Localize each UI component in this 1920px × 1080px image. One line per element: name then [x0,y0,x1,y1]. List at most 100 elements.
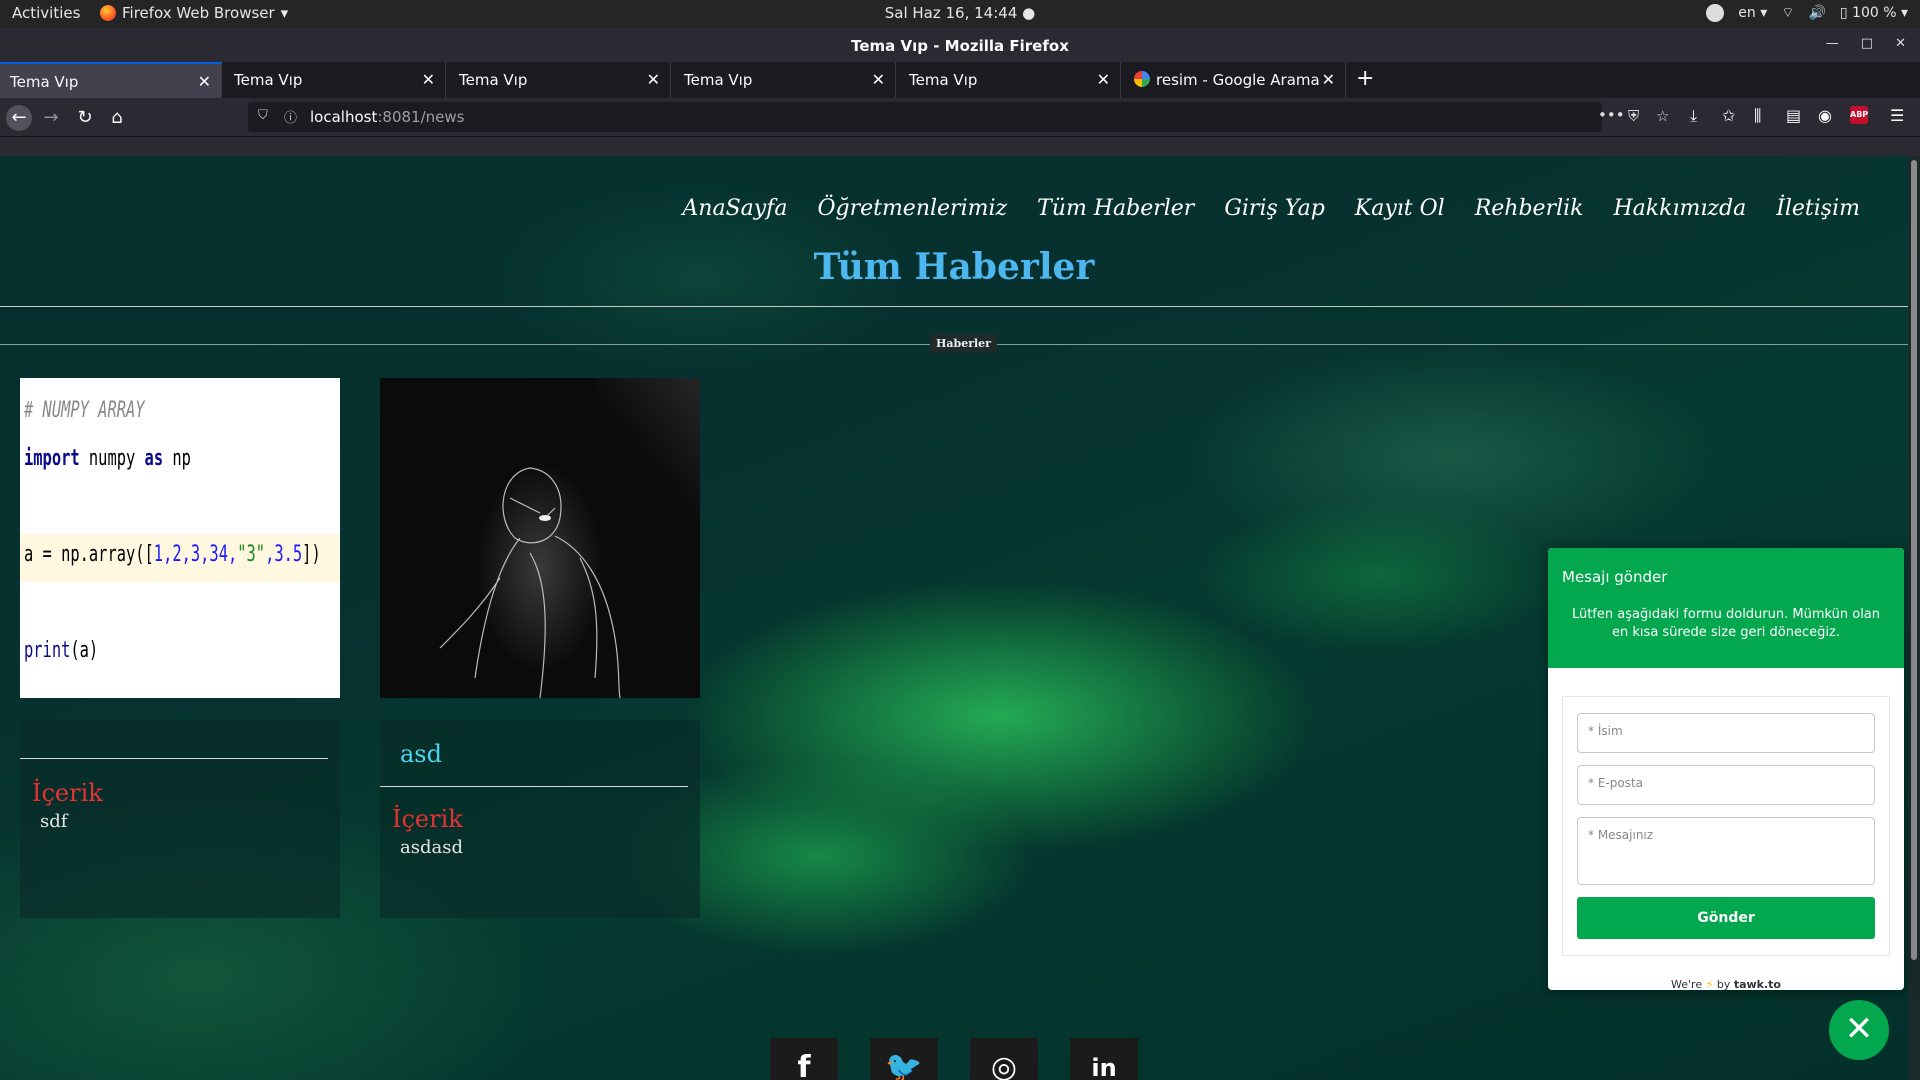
tab-tema-vip-2[interactable]: Tema Vıp ✕ [224,62,446,98]
notification-dot-icon: ● [1022,4,1036,22]
close-tab-icon[interactable]: ✕ [872,70,885,89]
nav-link-home[interactable]: AnaSayfa [682,196,787,221]
instagram-icon[interactable]: ◎ [970,1038,1038,1080]
news-card-content-label: İçerik [32,779,103,807]
chat-widget-title: Mesajı gönder [1562,568,1668,586]
downloads-icon[interactable]: ⤓ [1690,106,1697,126]
page-title: Tüm Haberler [813,246,1095,288]
navigation-toolbar: ← → ↻ ⌂ ⛉ ⓘ localhost:8081/news ••• ⛨ ☆ … [0,98,1920,136]
url-bar[interactable]: ⛉ ⓘ localhost:8081/news ••• ⛨ ☆ [248,102,1669,132]
volume-icon[interactable]: 🔊 [1808,5,1825,21]
news-card-image[interactable] [380,378,700,698]
section-badge: Haberler [930,334,997,353]
toolbar-separator [0,136,1920,156]
facebook-icon[interactable]: f [770,1038,838,1080]
tab-strip: Tema Vıp ✕ Tema Vıp ✕ Tema Vıp ✕ Tema Vıp ✕ … [0,62,1920,98]
adblock-plus-icon[interactable]: ABP [1850,106,1868,124]
code-line-print: print(a) [24,638,99,663]
name-field[interactable]: * İsim [1577,713,1875,753]
tracking-shield-icon[interactable]: ⛉ [258,108,268,123]
close-tab-icon[interactable]: ✕ [422,70,435,89]
tab-tema-vip-1[interactable]: Tema Vıp ✕ [0,62,222,98]
activities-button[interactable]: Activities [12,4,80,22]
page-scrollbar[interactable] [1908,156,1920,1080]
nav-link-contact[interactable]: İletişim [1776,196,1860,221]
site-info-icon[interactable]: ⓘ [284,107,297,126]
news-card-text: sdf [40,811,68,832]
nav-link-about[interactable]: Hakkımızda [1614,196,1747,221]
minimize-icon[interactable]: — [1826,36,1839,51]
user-status-icon[interactable] [1706,4,1725,22]
chat-widget-subtitle: Lütfen aşağıdaki formu doldurun. Mümkün … [1571,607,1881,640]
nav-link-guidance[interactable]: Rehberlik [1475,196,1584,221]
news-card-content-label: İçerik [392,805,463,833]
close-tab-icon[interactable]: ✕ [647,70,660,89]
account-icon[interactable]: ◉ [1818,106,1832,125]
tab-tema-vip-3[interactable]: Tema Vıp ✕ [449,62,671,98]
social-links: f 🐦 ◎ in [770,1038,1138,1080]
sidebar-icon[interactable]: ▤ [1786,106,1801,125]
app-menu-label: Firefox Web Browser [122,4,275,22]
bookmarks-menu-icon[interactable]: ✩ [1722,106,1735,125]
nav-link-teachers[interactable]: Öğretmenlerimiz [817,196,1007,221]
google-icon [1134,71,1150,87]
pocket-icon[interactable]: ⛨ [1628,107,1639,125]
chat-close-button[interactable]: ✕ [1829,1000,1889,1060]
news-card[interactable]: # NUMPY ARRAY import numpy as np a = np.… [20,378,340,918]
home-button[interactable]: ⌂ [104,105,130,131]
chat-form: * İsim * E-posta * Mesajınız Gönder [1562,696,1890,956]
news-card-title[interactable]: asd [380,740,700,778]
clock[interactable]: Sal Haz 16, 14:44 [885,4,1018,22]
maximize-icon[interactable]: □ [1861,36,1873,51]
news-card-body: İçerik sdf [20,720,340,918]
bookmark-star-icon[interactable]: ☆ [1656,107,1669,125]
forward-button[interactable]: → [38,105,64,131]
url-text[interactable]: localhost:8081/news [310,108,464,126]
news-card-title[interactable] [20,740,340,750]
tab-tema-vip-4[interactable]: Tema Vıp ✕ [674,62,896,98]
site-navigation: AnaSayfa Öğretmenlerimiz Tüm Haberler Gi… [682,196,1860,221]
divider-line [0,306,1908,307]
news-card-text: asdasd [400,837,463,858]
chevron-down-icon: ▾ [280,4,289,22]
hamburger-menu-icon[interactable]: ☰ [1890,106,1904,125]
nav-link-login[interactable]: Giriş Yap [1224,196,1324,221]
tab-tema-vip-5[interactable]: Tema Vıp ✕ [899,62,1121,98]
battery-indicator[interactable]: ▯ 100 % ▾ [1840,5,1908,21]
tab-google-search[interactable]: resim - Google Arama ✕ [1124,62,1346,98]
email-field[interactable]: * E-posta [1577,765,1875,805]
code-comment: # NUMPY ARRAY [24,398,145,423]
language-indicator[interactable]: en ▾ [1738,5,1767,21]
window-title-bar: Tema Vıp - Mozilla Firefox — □ ✕ [0,28,1920,62]
nav-link-all-news[interactable]: Tüm Haberler [1037,196,1194,221]
news-card[interactable]: asd İçerik asdasd [380,378,700,918]
linkedin-icon[interactable]: in [1070,1038,1138,1080]
back-button[interactable]: ← [6,105,32,131]
wifi-icon[interactable]: ⌔ [1781,4,1794,22]
send-button[interactable]: Gönder [1577,897,1875,939]
code-line-import: import numpy as np [24,446,191,471]
chat-widget: Mesajı gönder Lütfen aşağıdaki formu dol… [1548,548,1904,990]
system-top-bar: Activities Firefox Web Browser ▾ Sal Haz… [0,0,1920,28]
library-icon[interactable]: ⫼ [1754,106,1761,126]
code-line-array: a = np.array([1,2,3,34,"3",3.5]) [24,542,321,567]
chat-widget-header: Mesajı gönder Lütfen aşağıdaki formu dol… [1548,548,1904,668]
scrollbar-thumb[interactable] [1911,160,1917,960]
close-tab-icon[interactable]: ✕ [1097,70,1110,89]
firefox-icon [100,5,116,21]
nav-link-register[interactable]: Kayıt Ol [1355,196,1445,221]
close-tab-icon[interactable]: ✕ [198,72,211,91]
twitter-icon[interactable]: 🐦 [870,1038,938,1080]
lightning-icon: ⚡ [1705,978,1714,990]
news-card-body: asd İçerik asdasd [380,720,700,918]
news-card-image[interactable]: # NUMPY ARRAY import numpy as np a = np.… [20,378,340,698]
message-field[interactable]: * Mesajınız [1577,817,1875,885]
page-actions-icon[interactable]: ••• [1598,106,1625,124]
window-title: Tema Vıp - Mozilla Firefox [851,37,1069,55]
app-menu[interactable]: Firefox Web Browser ▾ [100,4,288,22]
new-tab-button[interactable]: + [1356,66,1374,91]
close-tab-icon[interactable]: ✕ [1322,70,1335,89]
close-window-icon[interactable]: ✕ [1895,36,1906,51]
tawk-branding[interactable]: We're ⚡ by tawk.to [1548,978,1904,990]
reload-button[interactable]: ↻ [72,105,98,131]
